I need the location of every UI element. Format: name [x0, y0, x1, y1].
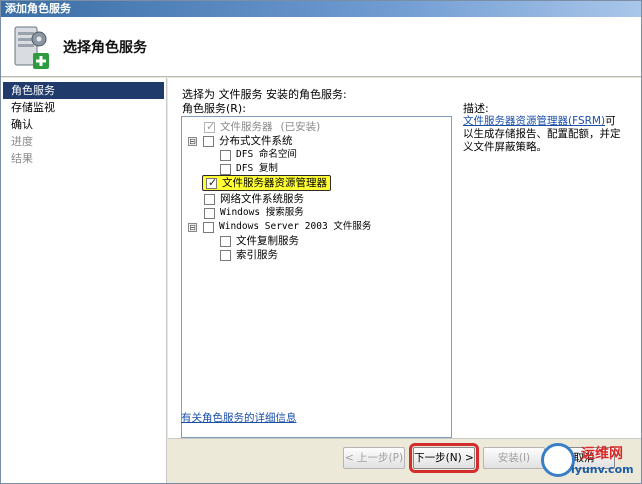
fsrm-label: 文件服务器资源管理器: [222, 177, 327, 189]
indexing-label: 索引服务: [236, 249, 278, 261]
collapse-icon[interactable]: ⊟: [188, 222, 197, 232]
nfs-checkbox[interactable]: [204, 193, 215, 205]
nav-step-confirmation[interactable]: 确认: [1, 116, 166, 133]
watermark-name: 运维网: [581, 446, 623, 462]
description-text: 文件服务器资源管理器(FSRM)可以生成存储报告、配置配额，并定义文件屏蔽策略。: [463, 115, 623, 154]
file-server-label: 文件服务器: [220, 121, 273, 133]
window-titlebar[interactable]: 添加角色服务: [1, 1, 641, 17]
nav-step-progress: 进度: [11, 135, 33, 148]
site-watermark: 运维网 iyunv.com: [541, 441, 641, 483]
tree-item-fsrm[interactable]: 文件服务器资源管理器: [202, 175, 331, 191]
watermark-url: iyunv.com: [571, 463, 634, 476]
nav-step-storage-monitoring[interactable]: 存储监视: [1, 99, 166, 116]
add-role-services-window: 添加角色服务 选择角色服务 角色服务 存储监视 确认 进度 结果 选择为 文件服…: [0, 0, 642, 484]
tree-item-windows-search[interactable]: Windows 搜索服务: [204, 206, 304, 220]
fsrm-checkbox[interactable]: [206, 176, 217, 190]
server-role-icon: [14, 26, 49, 69]
role-services-label: 角色服务(R):: [182, 102, 246, 115]
file-replication-label: 文件复制服务: [236, 235, 299, 247]
windows-search-checkbox[interactable]: [204, 207, 215, 219]
previous-button: < 上一步(P): [343, 447, 405, 469]
dfs-namespaces-label: DFS 命名空间: [236, 149, 297, 160]
dfs-checkbox[interactable]: [203, 135, 214, 147]
ws2003-checkbox[interactable]: [203, 221, 214, 233]
tree-item-nfs[interactable]: 网络文件系统服务: [204, 192, 304, 206]
ws2003-label: Windows Server 2003 文件服务: [219, 221, 372, 232]
nav-step-role-services[interactable]: 角色服务: [3, 82, 164, 99]
file-server-checkbox: [204, 120, 215, 134]
fsrm-highlight: 文件服务器资源管理器: [202, 175, 331, 191]
description-label: 描述:: [463, 102, 489, 115]
indexing-checkbox[interactable]: [220, 249, 231, 261]
tree-item-file-server: 文件服务器 (已安装): [204, 120, 320, 134]
role-services-help-link[interactable]: 有关角色服务的详细信息: [181, 410, 297, 425]
tree-item-dfs-namespaces[interactable]: DFS 命名空间: [220, 148, 297, 162]
next-button[interactable]: 下一步(N) >: [409, 443, 479, 473]
file-replication-checkbox[interactable]: [220, 235, 231, 247]
role-services-tree[interactable]: 文件服务器 (已安装) ⊟ 分布式文件系统 DFS 命名空间 DFS 复制 文件…: [181, 116, 452, 438]
watermark-logo-icon: [541, 443, 575, 477]
installed-badge: (已安装): [280, 121, 321, 133]
nav-step-results: 结果: [11, 152, 33, 165]
tree-item-dfs[interactable]: ⊟ 分布式文件系统: [188, 134, 293, 148]
wizard-header: 选择角色服务: [1, 17, 641, 77]
page-title: 选择角色服务: [63, 40, 147, 56]
tree-item-file-replication[interactable]: 文件复制服务: [220, 234, 299, 248]
windows-search-label: Windows 搜索服务: [220, 207, 304, 218]
window-title: 添加角色服务: [5, 2, 71, 15]
fsrm-description-link[interactable]: 文件服务器资源管理器(FSRM): [463, 115, 605, 127]
install-button: 安装(I): [483, 447, 545, 469]
tree-item-dfs-replication[interactable]: DFS 复制: [220, 162, 278, 176]
nfs-label: 网络文件系统服务: [220, 193, 304, 205]
collapse-icon[interactable]: ⊟: [188, 136, 197, 146]
dfs-replication-checkbox[interactable]: [220, 163, 231, 175]
dfs-replication-label: DFS 复制: [236, 163, 278, 174]
tree-item-ws2003[interactable]: ⊟ Windows Server 2003 文件服务: [188, 220, 371, 234]
tree-item-indexing[interactable]: 索引服务: [220, 248, 278, 262]
dfs-namespaces-checkbox[interactable]: [220, 149, 231, 161]
content-pane: 选择为 文件服务 安装的角色服务: 角色服务(R): 文件服务器 (已安装) ⊟…: [168, 78, 641, 438]
dfs-label: 分布式文件系统: [219, 135, 293, 147]
wizard-steps-nav: 角色服务 存储监视 确认 进度 结果: [1, 78, 167, 483]
